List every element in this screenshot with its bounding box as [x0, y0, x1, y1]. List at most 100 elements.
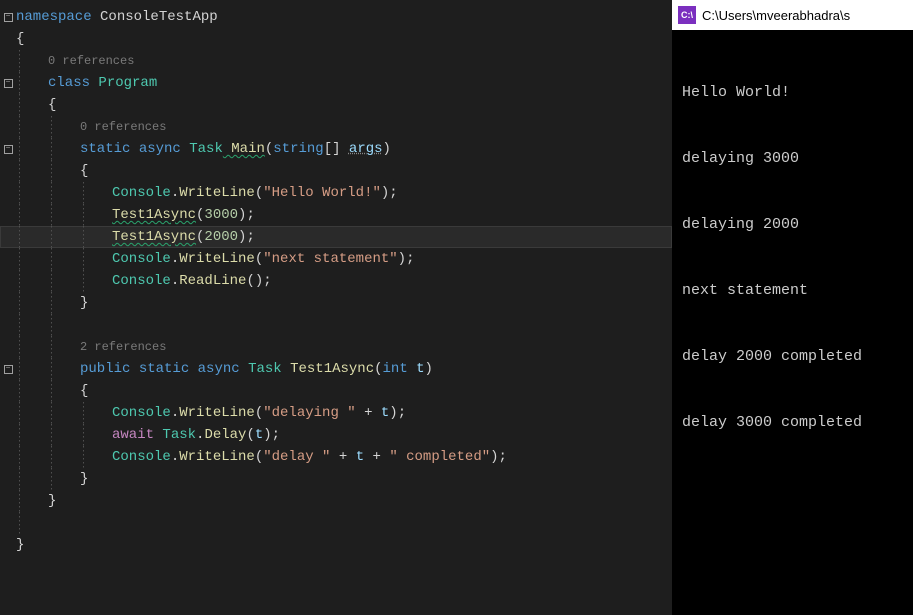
- paren: ): [238, 204, 246, 226]
- dot: .: [171, 402, 179, 424]
- paren: ): [255, 270, 263, 292]
- paren: (: [255, 446, 263, 468]
- dot: .: [171, 270, 179, 292]
- plus: +: [356, 402, 381, 424]
- console-line: delay 2000 completed: [682, 346, 903, 368]
- dot: .: [196, 424, 204, 446]
- method-call: Test1Async: [112, 226, 196, 248]
- codelens-refs[interactable]: 0 references: [80, 116, 166, 138]
- console-line: next statement: [682, 280, 903, 302]
- param-t: t: [408, 358, 425, 380]
- semi: ;: [246, 204, 254, 226]
- console-titlebar[interactable]: C:\ C:\Users\mveerabhadra\s: [672, 0, 913, 30]
- brace: }: [48, 490, 56, 512]
- type-console: Console: [112, 270, 171, 292]
- console-output[interactable]: Hello World! delaying 3000 delaying 2000…: [672, 30, 913, 615]
- current-line: Test1Async ( 2000 ) ;: [0, 226, 672, 248]
- console-line: Hello World!: [682, 82, 903, 104]
- keyword-async: async: [189, 358, 239, 380]
- method-writeline: WriteLine: [179, 248, 255, 270]
- keyword-static: static: [139, 358, 189, 380]
- var-t: t: [356, 446, 364, 468]
- dot: .: [171, 446, 179, 468]
- method-writeline: WriteLine: [179, 402, 255, 424]
- codelens-refs[interactable]: 2 references: [80, 336, 166, 358]
- paren: (: [246, 424, 254, 446]
- keyword-async: async: [130, 138, 180, 160]
- paren: ): [490, 446, 498, 468]
- paren: (: [374, 358, 382, 380]
- string-literal: " completed": [389, 446, 490, 468]
- paren: (: [246, 270, 254, 292]
- keyword-public: public: [80, 358, 130, 380]
- paren: ): [263, 424, 271, 446]
- code-editor[interactable]: − namespace ConsoleTestApp { 0 reference…: [0, 0, 672, 615]
- paren: ): [383, 138, 391, 160]
- method-main: Main: [223, 138, 265, 160]
- console-window: C:\ C:\Users\mveerabhadra\s Hello World!…: [672, 0, 913, 615]
- paren: (: [255, 182, 263, 204]
- param-args: args: [349, 138, 383, 160]
- semi: ;: [406, 248, 414, 270]
- console-line: delay 3000 completed: [682, 412, 903, 434]
- method-readline: ReadLine: [179, 270, 246, 292]
- type-console: Console: [112, 248, 171, 270]
- plus: +: [330, 446, 355, 468]
- string-literal: "next statement": [263, 248, 397, 270]
- type-console: Console: [112, 402, 171, 424]
- method-writeline: WriteLine: [179, 182, 255, 204]
- plus: +: [364, 446, 389, 468]
- method-call: Test1Async: [112, 204, 196, 226]
- paren: (: [265, 138, 273, 160]
- number-literal: 3000: [204, 204, 238, 226]
- semi: ;: [398, 402, 406, 424]
- keyword-static: static: [80, 138, 130, 160]
- paren: ): [381, 182, 389, 204]
- console-title-text: C:\Users\mveerabhadra\s: [702, 8, 850, 23]
- semi: ;: [389, 182, 397, 204]
- string-literal: "delay ": [263, 446, 330, 468]
- brace: {: [48, 94, 56, 116]
- paren: (: [196, 226, 204, 248]
- dot: .: [171, 248, 179, 270]
- paren: ): [389, 402, 397, 424]
- fold-icon[interactable]: −: [4, 365, 13, 374]
- namespace-name: ConsoleTestApp: [92, 6, 218, 28]
- type-task: Task: [240, 358, 282, 380]
- keyword-namespace: namespace: [16, 6, 92, 28]
- console-line: delaying 2000: [682, 214, 903, 236]
- var-t: t: [255, 424, 263, 446]
- number-literal: 2000: [204, 226, 238, 248]
- brace: }: [80, 292, 88, 314]
- paren: (: [196, 204, 204, 226]
- paren: ): [238, 226, 246, 248]
- paren: (: [255, 402, 263, 424]
- fold-icon[interactable]: −: [4, 79, 13, 88]
- brace: }: [16, 534, 24, 556]
- brace: {: [80, 380, 88, 402]
- semi: ;: [263, 270, 271, 292]
- codelens-refs[interactable]: 0 references: [48, 50, 134, 72]
- type-task: Task: [162, 424, 196, 446]
- console-line: delaying 3000: [682, 148, 903, 170]
- paren: ): [398, 248, 406, 270]
- type-task: Task: [181, 138, 223, 160]
- string-literal: "Hello World!": [263, 182, 381, 204]
- keyword-await: await: [112, 424, 154, 446]
- paren: ): [425, 358, 433, 380]
- keyword-string: string: [273, 138, 323, 160]
- semi: ;: [246, 226, 254, 248]
- method-writeline: WriteLine: [179, 446, 255, 468]
- paren: (: [255, 248, 263, 270]
- keyword-int: int: [383, 358, 408, 380]
- brace: {: [80, 160, 88, 182]
- semi: ;: [499, 446, 507, 468]
- fold-icon[interactable]: −: [4, 13, 13, 22]
- keyword-class: class: [48, 72, 90, 94]
- var-t: t: [381, 402, 389, 424]
- fold-icon[interactable]: −: [4, 145, 13, 154]
- console-icon: C:\: [678, 6, 696, 24]
- method-delay: Delay: [204, 424, 246, 446]
- brace: {: [16, 28, 24, 50]
- dot: .: [171, 182, 179, 204]
